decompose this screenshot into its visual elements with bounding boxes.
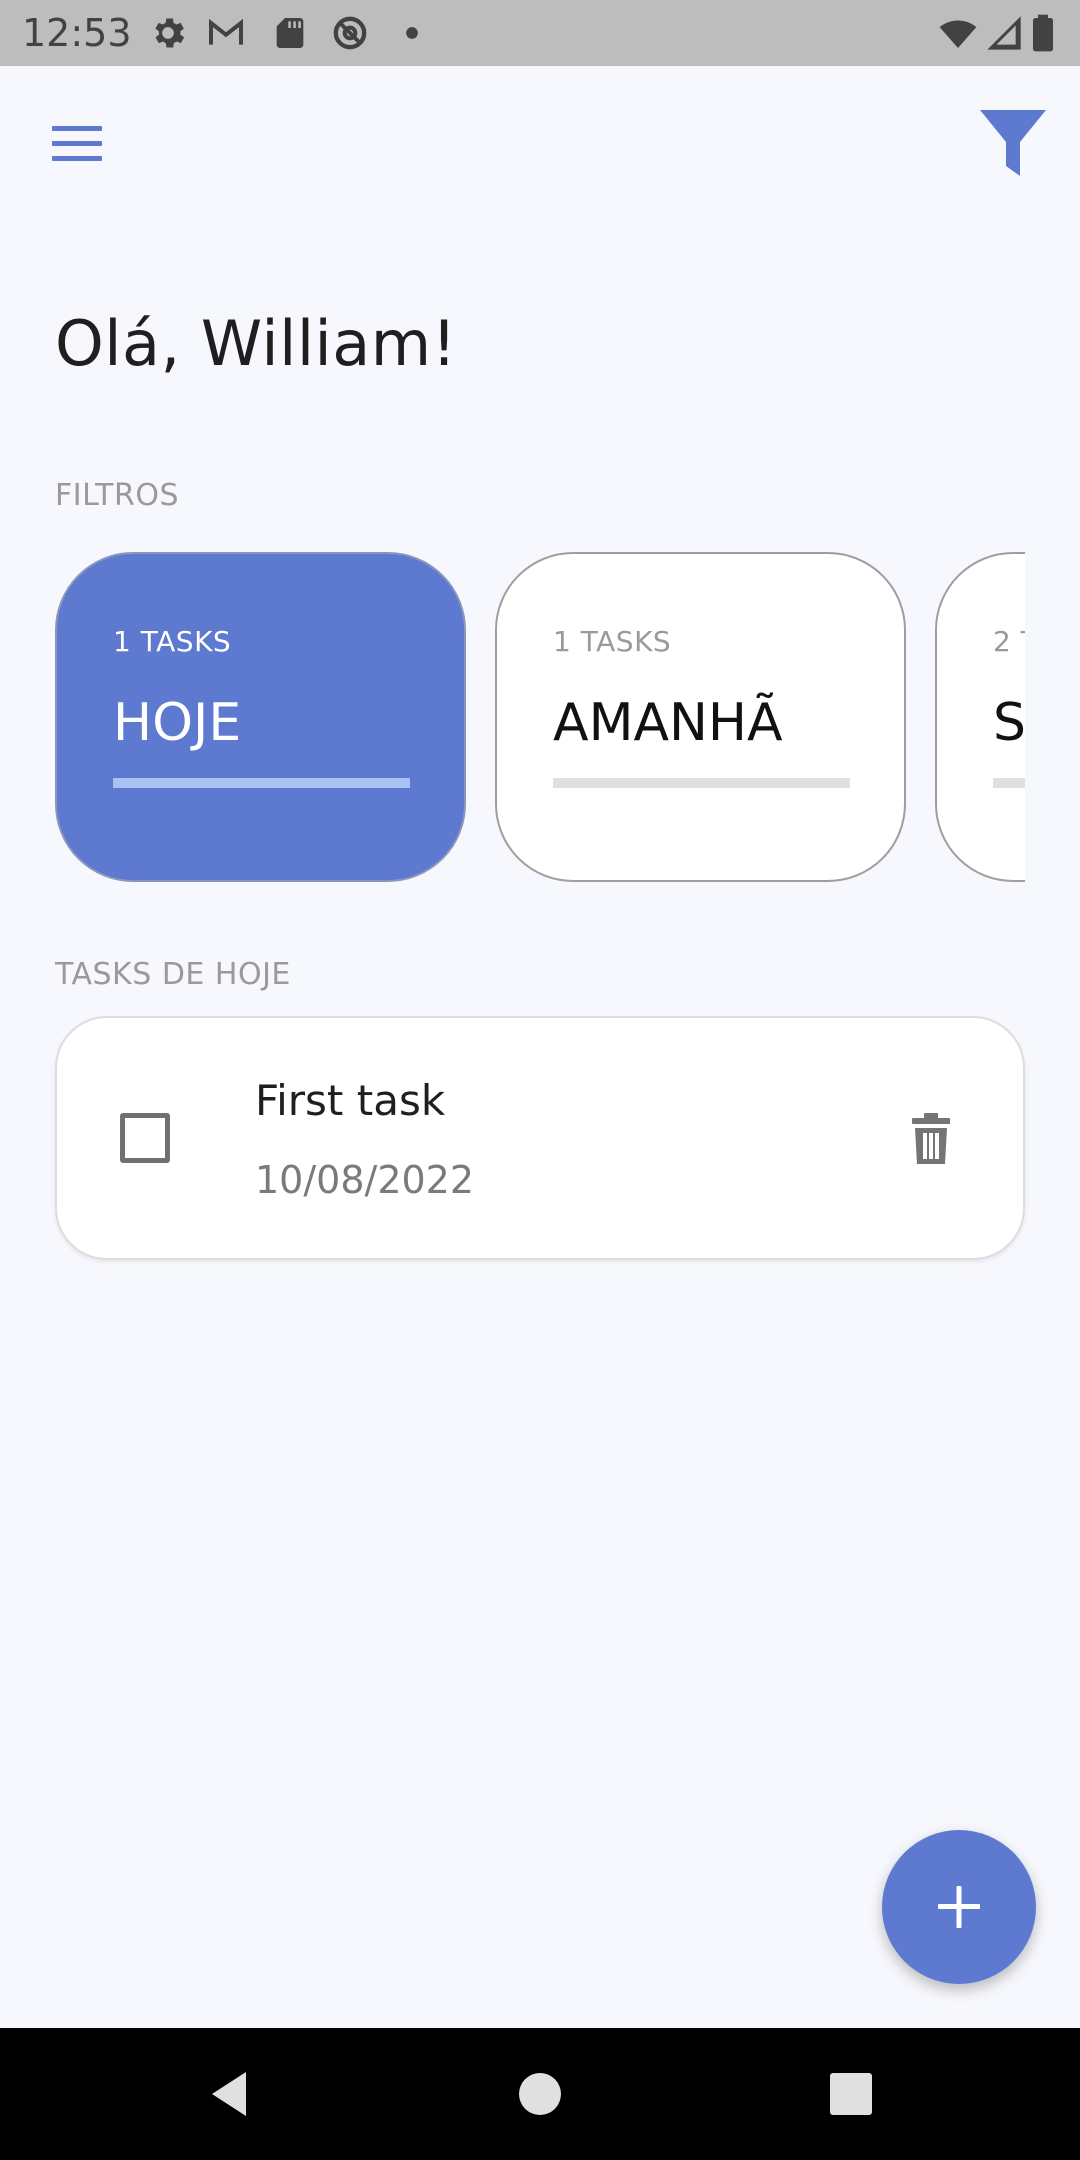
filter-card-tomorrow[interactable]: 1 TASKS AMANHÃ bbox=[495, 552, 906, 882]
back-triangle-icon bbox=[212, 2072, 246, 2116]
add-task-button[interactable] bbox=[882, 1830, 1036, 1984]
home-circle-icon bbox=[519, 2073, 561, 2115]
tasks-section-label: TASKS DE HOJE bbox=[55, 957, 291, 992]
gmail-icon bbox=[209, 18, 243, 45]
filter-card-count: 1 TASKS bbox=[113, 625, 232, 658]
task-checkbox[interactable] bbox=[120, 1113, 170, 1163]
filters-section-label: FILTROS bbox=[55, 478, 180, 513]
wifi-icon bbox=[939, 20, 977, 48]
dot-icon bbox=[406, 27, 418, 39]
gear-icon bbox=[155, 18, 185, 48]
recents-button[interactable] bbox=[811, 2054, 891, 2134]
filter-card-title: AMANHÃ bbox=[553, 693, 783, 753]
delete-task-button[interactable] bbox=[895, 1104, 967, 1176]
plus-icon bbox=[938, 1886, 980, 1928]
task-card[interactable]: First task 10/08/2022 bbox=[55, 1016, 1025, 1260]
data-saver-icon bbox=[333, 16, 367, 50]
task-title: First task bbox=[255, 1076, 446, 1125]
filter-card-count: 1 TASKS bbox=[553, 625, 672, 658]
filter-button[interactable] bbox=[972, 102, 1054, 184]
status-bar: 12:53 bbox=[0, 0, 1080, 66]
back-button[interactable] bbox=[196, 2054, 276, 2134]
hamburger-menu-icon bbox=[52, 126, 102, 161]
greeting-title: Olá, William! bbox=[55, 307, 458, 380]
recents-square-icon bbox=[830, 2073, 872, 2115]
funnel-filter-icon bbox=[980, 110, 1046, 176]
filter-card-today[interactable]: 1 TASKS HOJE bbox=[55, 552, 466, 882]
menu-button[interactable] bbox=[38, 112, 118, 176]
trash-icon bbox=[912, 1113, 950, 1164]
signal-icon bbox=[987, 16, 1021, 50]
sd-card-icon bbox=[276, 18, 304, 48]
filter-card-progress-bar bbox=[113, 778, 410, 788]
filter-carousel[interactable]: 1 TASKS HOJE 1 TASKS AMANHÃ 2 TASKS SEMA… bbox=[55, 552, 1025, 884]
home-button[interactable] bbox=[500, 2054, 580, 2134]
status-time: 12:53 bbox=[22, 11, 132, 55]
filter-card-count: 2 TASKS bbox=[993, 625, 1025, 658]
battery-icon bbox=[1033, 14, 1053, 52]
filter-card-week[interactable]: 2 TASKS SEMANA bbox=[935, 552, 1025, 882]
navigation-bar bbox=[0, 2028, 1080, 2160]
filter-card-title: HOJE bbox=[113, 693, 242, 753]
filter-card-title: SEMANA bbox=[993, 693, 1025, 753]
screen: 12:53 Olá, William! FILTROS 1 TASKS HOJE… bbox=[0, 0, 1080, 2160]
filter-card-progress-bar bbox=[553, 778, 850, 788]
filter-card-progress-bar bbox=[993, 778, 1025, 788]
task-date: 10/08/2022 bbox=[255, 1158, 475, 1202]
